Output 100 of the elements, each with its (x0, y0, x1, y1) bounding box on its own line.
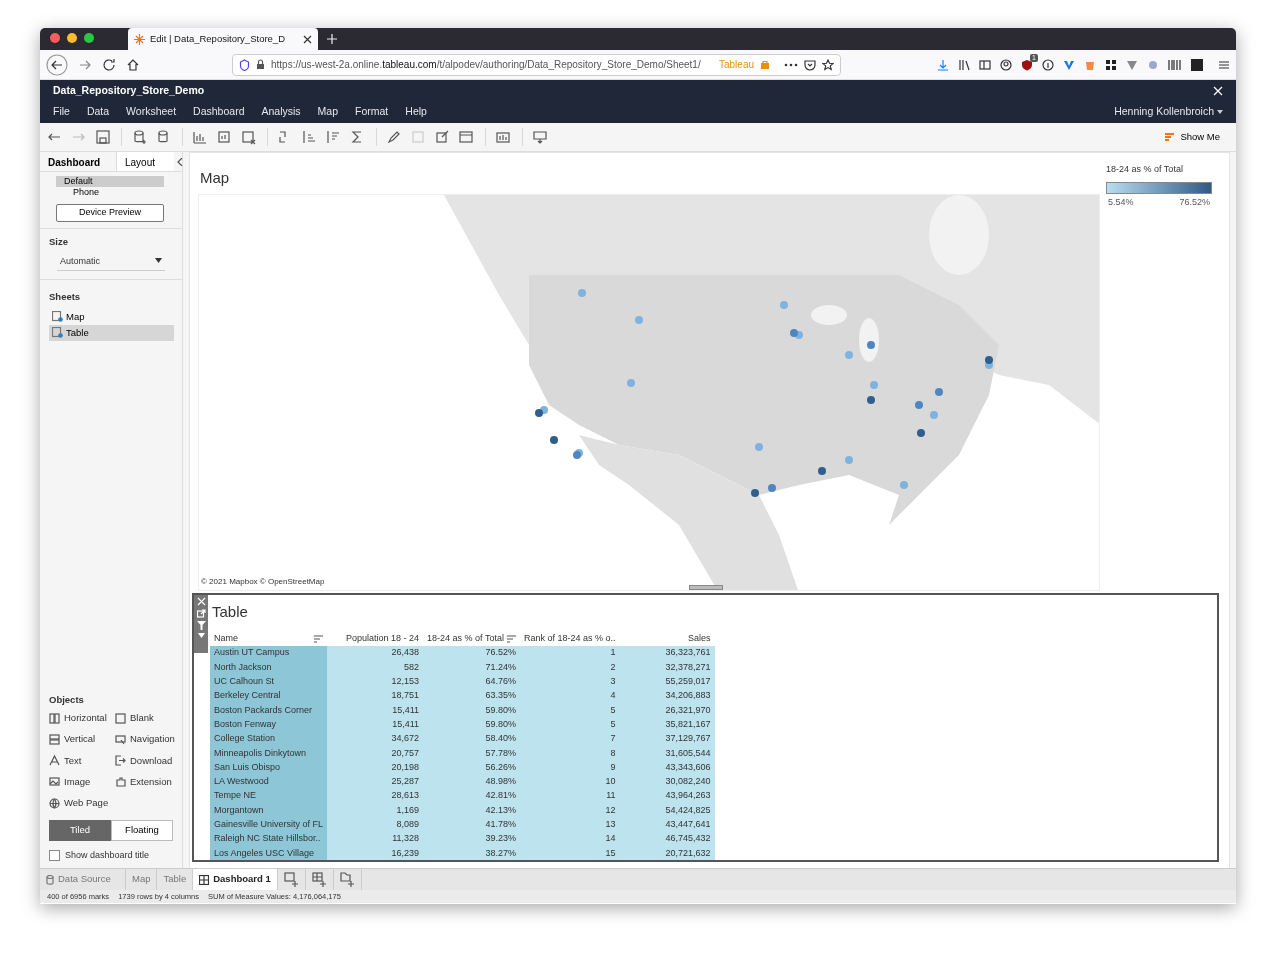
object-label: Blank (130, 711, 154, 725)
show-me-button[interactable]: Show Me (1154, 129, 1230, 145)
checkbox-label: Show dashboard title (65, 848, 150, 862)
object-item[interactable]: Image (49, 774, 111, 789)
menu-item[interactable]: Format (355, 104, 389, 120)
url-text: https://us-west-2a.online.tableau.com/t/alpodev/authoring/Data_Repository_Store_Demo/Sheet1/ (271, 58, 702, 72)
user-menu[interactable]: Henning Kollenbroich (1114, 104, 1214, 120)
menu-item[interactable]: File (53, 104, 70, 120)
new-sheet-icon[interactable] (283, 872, 299, 887)
close-icon[interactable] (303, 34, 312, 44)
filter-icon[interactable] (196, 621, 206, 630)
layout-toggle[interactable]: Tiled (49, 820, 111, 841)
bag-icon (760, 59, 770, 70)
sheet-tab[interactable]: Dashboard 1 (193, 869, 278, 890)
table-cell: Morgantown (210, 803, 328, 818)
shield-icon[interactable] (1021, 58, 1033, 71)
chart-icon[interactable] (240, 129, 258, 145)
chart-icon[interactable] (495, 129, 513, 145)
column-header[interactable]: Population 18 - 24 (346, 632, 420, 646)
object-item[interactable]: Vertical (49, 732, 111, 747)
pocket-icon[interactable] (804, 58, 816, 71)
grid-icon[interactable] (1105, 58, 1117, 71)
table-cell: 15,411 (327, 717, 424, 732)
object-label: Web Page (64, 796, 109, 810)
device-preview-button[interactable]: Device Preview (56, 204, 164, 222)
sheet-item[interactable]: Table (49, 324, 174, 341)
column-header[interactable]: 18-24 as % of Total (427, 632, 504, 646)
menu-item[interactable]: Help (405, 104, 427, 120)
table-cell: San Luis Obispo (210, 760, 328, 775)
new-tab-icon[interactable] (326, 33, 338, 45)
back-icon[interactable] (46, 53, 68, 76)
sort-icon[interactable] (314, 634, 324, 643)
legend-min: 5.54% (1108, 195, 1134, 209)
menu-item[interactable]: Worksheet (126, 104, 177, 120)
open-icon[interactable] (196, 609, 206, 618)
menu-icon[interactable] (1218, 58, 1230, 71)
device-item[interactable]: Default (56, 176, 164, 187)
collapse-icon[interactable] (177, 158, 183, 166)
table-cell: 36,323,761 (619, 645, 715, 661)
layout-toggle[interactable]: Floating (111, 820, 173, 841)
presentation-icon[interactable] (532, 129, 550, 145)
table-cell: 41.78% (423, 817, 520, 832)
rows-icon (49, 733, 60, 745)
url-field[interactable]: https://us-west-2a.online.tableau.com/t/alpodev/authoring/Data_Repository_Store_Demo/Sheet1/ Tableau (232, 53, 841, 76)
table-cell: 71.24% (423, 660, 520, 675)
section-heading: Size (49, 234, 69, 249)
caret-icon[interactable] (197, 633, 205, 638)
checkbox[interactable] (49, 849, 60, 861)
map-attribution: © 2021 Mapbox © OpenStreetMap (201, 576, 325, 588)
device-item[interactable]: Phone (56, 187, 164, 198)
barcode-icon[interactable] (1168, 58, 1182, 71)
sort-icon[interactable] (506, 634, 516, 643)
panel-tab[interactable]: Layout (116, 152, 174, 171)
object-label: Image (64, 774, 91, 789)
menu-item[interactable]: Dashboard (193, 104, 245, 120)
new-story-icon[interactable] (339, 872, 355, 887)
object-item[interactable]: Blank (115, 711, 177, 726)
object-item[interactable]: Web Page (49, 796, 111, 811)
sheet-item[interactable]: Map (49, 308, 174, 325)
sidebar-icon[interactable] (979, 58, 991, 71)
table-cell: 54,424,825 (619, 803, 715, 818)
grid-icon (199, 874, 210, 885)
object-item[interactable]: Navigation (115, 732, 177, 747)
sheet-title: Table (211, 602, 249, 622)
resize-handle[interactable] (689, 585, 723, 590)
new-dashboard-icon[interactable] (311, 872, 327, 887)
reload-icon[interactable] (102, 57, 116, 72)
table-cell: Gainesville University of FL (210, 817, 328, 832)
column-header[interactable]: Name (214, 632, 238, 646)
save-icon[interactable] (94, 129, 112, 145)
star-icon[interactable] (822, 58, 834, 71)
table-cell: 35,821,167 (619, 717, 715, 732)
object-item[interactable]: Extension (115, 774, 177, 789)
home-icon[interactable] (126, 57, 140, 72)
menu-item[interactable]: Data (86, 104, 110, 120)
table-cell: 582 (327, 660, 424, 675)
table-cell: 5 (519, 717, 620, 732)
account-icon[interactable] (1000, 58, 1012, 71)
window-icon[interactable] (458, 129, 476, 145)
column-header[interactable]: Sales (688, 632, 711, 646)
info-icon[interactable] (1042, 58, 1054, 71)
object-item[interactable]: Download (115, 753, 177, 768)
object-item[interactable]: Text (49, 753, 111, 768)
object-item[interactable]: Horizontal (49, 711, 111, 726)
size-dropdown[interactable]: Automatic (57, 252, 165, 272)
table-cell: 26,438 (327, 645, 424, 661)
database-icon[interactable] (131, 129, 149, 145)
table-cell: 2 (519, 660, 620, 675)
object-label: Download (130, 753, 173, 768)
library-icon[interactable] (958, 58, 970, 71)
section-heading: Objects (49, 692, 85, 707)
menu-item[interactable]: Analysis (261, 104, 301, 120)
extension-icon[interactable] (1191, 58, 1203, 71)
caret-icon[interactable] (1217, 110, 1223, 114)
table-cell: North Jackson (210, 660, 328, 675)
menu-item[interactable]: Map (317, 104, 339, 120)
column-header[interactable]: Rank of 18-24 as % o.. (523, 632, 616, 646)
object-label: Text (64, 753, 82, 768)
sheet-icon (52, 327, 63, 339)
download-icon[interactable] (937, 58, 949, 71)
